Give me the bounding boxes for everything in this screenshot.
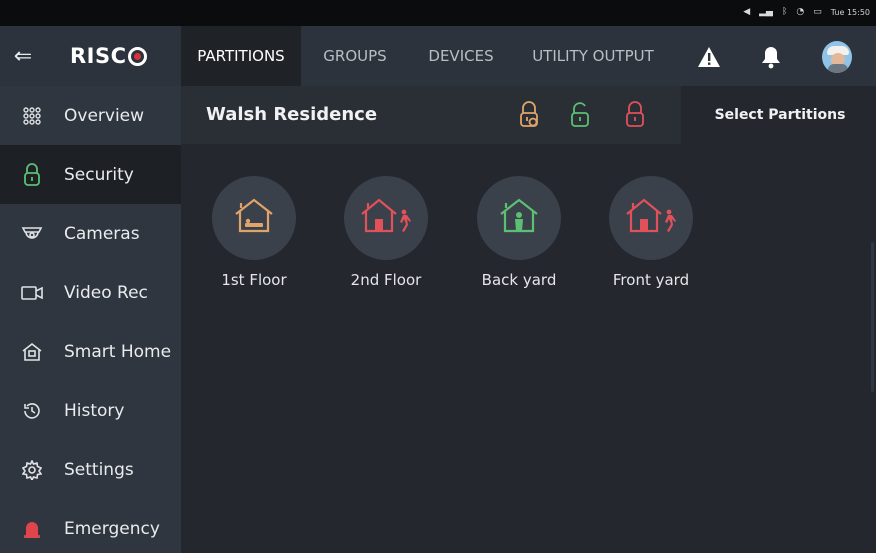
bell-icon[interactable] bbox=[756, 42, 786, 72]
sidebar-item-emergency[interactable]: Emergency bbox=[0, 499, 181, 553]
sidebar-item-label: Emergency bbox=[64, 518, 160, 539]
scrollbar[interactable] bbox=[871, 242, 874, 392]
partition-1st-floor[interactable]: 1st Floor bbox=[204, 176, 304, 289]
partition-2nd-floor[interactable]: 2nd Floor bbox=[336, 176, 436, 289]
house-away-icon bbox=[359, 197, 413, 239]
house-bed-icon bbox=[232, 197, 276, 239]
signal-icon: ▂▄ bbox=[759, 7, 773, 17]
user-avatar[interactable] bbox=[822, 41, 852, 73]
tab-utility-output[interactable]: UTILITY OUTPUT bbox=[513, 26, 673, 86]
disarm-button[interactable] bbox=[566, 100, 594, 130]
camera-icon bbox=[0, 225, 64, 243]
arm-button[interactable] bbox=[621, 100, 649, 130]
status-icons: ◀︎ ▂▄ ᛒ ◔ ▭ Tue 15:50 bbox=[743, 6, 870, 19]
select-partitions-button[interactable]: Select Partitions bbox=[705, 86, 855, 144]
house-person-icon bbox=[497, 197, 541, 239]
logo-mark-icon bbox=[127, 46, 147, 66]
partition-header: Walsh Residence bbox=[181, 86, 681, 144]
avatar bbox=[822, 41, 852, 73]
sidebar-item-label: Cameras bbox=[64, 223, 140, 244]
battery-icon: ▭ bbox=[813, 7, 822, 17]
sidebar-item-security[interactable]: Security bbox=[0, 145, 181, 204]
sidebar-item-cameras[interactable]: Cameras bbox=[0, 204, 181, 263]
tab-groups[interactable]: GROUPS bbox=[301, 26, 409, 86]
sidebar-header: ⇐ RISC bbox=[0, 26, 181, 86]
gear-icon bbox=[0, 459, 64, 480]
sidebar-item-overview[interactable]: Overview bbox=[0, 86, 181, 145]
partition-label: 1st Floor bbox=[221, 271, 287, 289]
partition-status-circle bbox=[212, 176, 296, 260]
partition-back-yard[interactable]: Back yard bbox=[469, 176, 569, 289]
house-away-icon bbox=[624, 197, 678, 239]
partition-status-circle bbox=[344, 176, 428, 260]
system-status-bar: ◀︎ ▂▄ ᛒ ◔ ▭ Tue 15:50 bbox=[0, 0, 876, 26]
grid-icon bbox=[0, 106, 64, 126]
sidebar-item-video-rec[interactable]: Video Rec bbox=[0, 263, 181, 322]
partition-label: Back yard bbox=[481, 271, 557, 289]
volume-icon: ◀︎ bbox=[743, 7, 751, 17]
partition-label: 2nd Floor bbox=[350, 271, 422, 289]
partition-status-circle bbox=[609, 176, 693, 260]
sidebar-item-label: History bbox=[64, 400, 125, 421]
sidebar-item-settings[interactable]: Settings bbox=[0, 440, 181, 499]
sidebar-item-label: Video Rec bbox=[64, 282, 148, 303]
bluetooth-icon: ᛒ bbox=[781, 7, 788, 17]
sidebar-item-history[interactable]: History bbox=[0, 381, 181, 440]
siren-icon bbox=[0, 519, 64, 539]
sidebar-item-label: Security bbox=[64, 164, 134, 185]
partition-status-circle bbox=[477, 176, 561, 260]
history-icon bbox=[0, 401, 64, 421]
back-arrow-icon[interactable]: ⇐ bbox=[0, 44, 46, 69]
home-icon bbox=[0, 342, 64, 362]
sidebar-item-label: Settings bbox=[64, 459, 134, 480]
top-navigation: PARTITIONS GROUPS DEVICES UTILITY OUTPUT bbox=[181, 26, 876, 86]
tab-partitions[interactable]: PARTITIONS bbox=[181, 26, 301, 86]
alert-icon[interactable] bbox=[694, 42, 724, 72]
partition-label: Front yard bbox=[612, 271, 690, 289]
sidebar-item-label: Overview bbox=[64, 105, 145, 126]
partial-arm-button[interactable] bbox=[515, 100, 543, 130]
sidebar-item-label: Smart Home bbox=[64, 341, 172, 362]
lock-icon bbox=[0, 162, 64, 187]
tab-devices[interactable]: DEVICES bbox=[409, 26, 513, 86]
partition-front-yard[interactable]: Front yard bbox=[601, 176, 701, 289]
status-time: Tue 15:50 bbox=[830, 8, 870, 17]
wifi-icon: ◔ bbox=[796, 7, 805, 17]
risco-logo: RISC bbox=[70, 44, 147, 68]
page-title: Walsh Residence bbox=[206, 104, 378, 125]
sidebar: ⇐ RISC Overview Security Cameras Video R… bbox=[0, 26, 181, 553]
sidebar-item-smart-home[interactable]: Smart Home bbox=[0, 322, 181, 381]
video-icon bbox=[0, 285, 64, 301]
